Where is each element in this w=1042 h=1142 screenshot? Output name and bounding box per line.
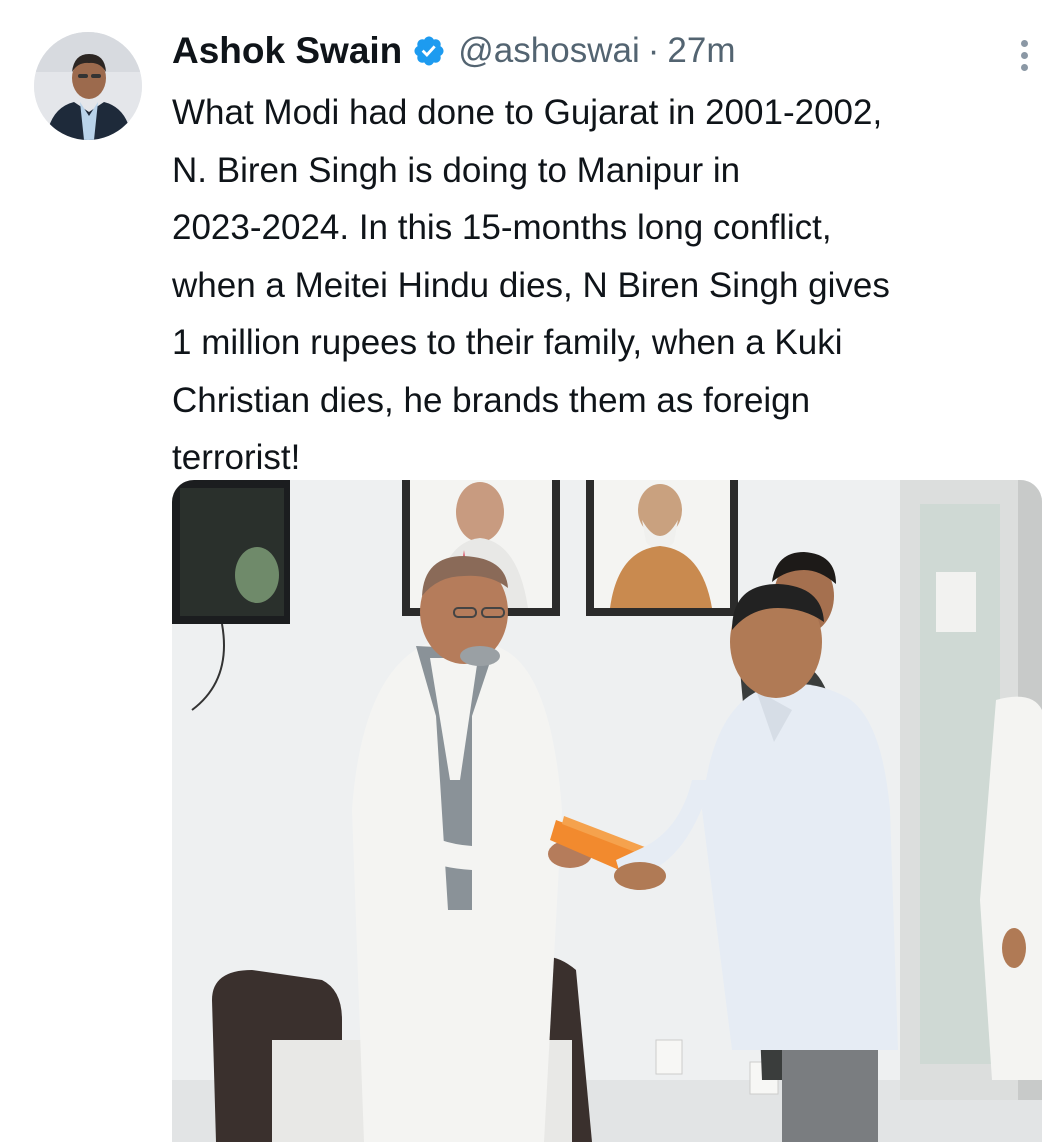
author-avatar[interactable] bbox=[34, 32, 142, 140]
tweet-text-line: terrorist! bbox=[172, 438, 301, 477]
tweet-text: What Modi had done to Gujarat in 2001-20… bbox=[172, 84, 1032, 487]
photo-scene bbox=[172, 480, 1042, 1142]
more-dot bbox=[1020, 52, 1028, 59]
tweet-text-line: when a Meitei Hindu dies, N Biren Singh … bbox=[172, 265, 890, 305]
more-options-button[interactable] bbox=[1012, 36, 1036, 76]
more-dot bbox=[1020, 64, 1028, 71]
tweet-timestamp[interactable]: 27m bbox=[667, 31, 735, 71]
tweet-header: Ashok Swain @ashoswai · 27m bbox=[172, 26, 735, 76]
avatar-photo bbox=[34, 32, 142, 140]
more-vertical-icon bbox=[1020, 40, 1028, 47]
tweet[interactable]: Ashok Swain @ashoswai · 27m What Modi ha… bbox=[0, 0, 1042, 1142]
author-name[interactable]: Ashok Swain bbox=[172, 30, 402, 72]
tweet-text-line: 2023-2024. In this 15-months long confli… bbox=[172, 208, 832, 247]
tweet-text-line: What Modi had done to Gujarat in 2001-20… bbox=[172, 93, 883, 132]
verified-badge-icon bbox=[412, 34, 446, 68]
tweet-text-line: N. Biren Singh is doing to Manipur in bbox=[172, 150, 741, 190]
tweet-text-line: Christian dies, he brands them as foreig… bbox=[172, 380, 811, 420]
author-handle[interactable]: @ashoswai bbox=[458, 31, 639, 71]
tweet-photo[interactable] bbox=[172, 480, 1042, 1142]
header-separator: · bbox=[647, 31, 660, 70]
tweet-text-line: 1 million rupees to their family, when a… bbox=[172, 323, 843, 362]
